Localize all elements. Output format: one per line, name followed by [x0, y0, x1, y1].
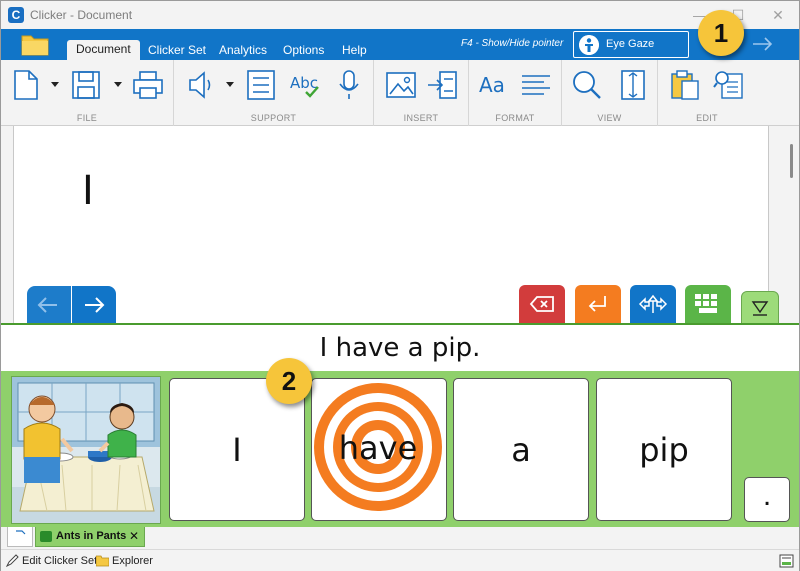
edit-clicker-set-button[interactable]: Edit Clicker Set [6, 554, 97, 568]
edit-clicker-set-label: Edit Clicker Set [22, 555, 98, 567]
svg-text:Abc: Abc [290, 74, 318, 92]
title-bar: C Clicker - Document — ☐ ✕ [1, 1, 799, 29]
keyboard-icon [695, 294, 717, 313]
tab-document[interactable]: Document [67, 40, 140, 60]
ribbon-group-edit: EDIT [658, 60, 756, 126]
zoom-icon[interactable] [570, 68, 604, 102]
pencil-icon [6, 554, 19, 567]
ribbon-group-label: VIEW [597, 113, 622, 123]
ribbon-group-insert: INSERT [374, 60, 469, 126]
align-icon[interactable] [519, 68, 553, 102]
word-cell-a[interactable]: a [453, 378, 589, 521]
enter-button[interactable] [575, 285, 621, 324]
ribbon-group-label: FILE [76, 113, 98, 123]
clicker-set-icon [40, 531, 52, 542]
status-bar: Edit Clicker Set Explorer [1, 549, 799, 571]
find-icon[interactable] [712, 68, 746, 102]
clicker-window: C Clicker - Document — ☐ ✕ Document Clic… [0, 0, 800, 571]
new-document-icon[interactable] [9, 68, 43, 102]
word-list-icon[interactable] [244, 68, 278, 102]
triangle-down-icon [751, 301, 769, 316]
window-title: Clicker - Document [30, 8, 133, 22]
document-area: I [1, 126, 799, 324]
ribbon-group-label: FORMAT [495, 113, 535, 123]
hide-grid-button[interactable] [741, 291, 779, 324]
delete-button[interactable] [519, 285, 565, 324]
exit-arrow-icon[interactable] [749, 31, 779, 57]
folder-icon[interactable] [21, 32, 49, 56]
grid-layout-icon[interactable] [779, 554, 794, 568]
scroll-thumb[interactable] [790, 144, 793, 178]
document-text[interactable]: I [82, 168, 94, 214]
ants-in-pants-picture [11, 376, 161, 524]
keyboard-button[interactable] [685, 285, 731, 324]
speaker-icon[interactable] [184, 68, 218, 102]
explorer-label: Explorer [112, 555, 153, 567]
print-icon[interactable] [131, 68, 165, 102]
ribbon-group-format: Aa FORMAT [469, 60, 562, 126]
eye-gaze-button[interactable]: Eye Gaze ACTIVE [573, 31, 689, 75]
ribbon-tab-bar: Document Clicker Set Analytics Options H… [1, 29, 799, 75]
svg-text:Aa: Aa [479, 73, 505, 97]
tab-options[interactable]: Options [274, 41, 333, 60]
clicker-grid: I have have a pip . [1, 371, 799, 527]
target-word: have [339, 429, 418, 467]
vertical-scrollbar[interactable] [776, 130, 794, 320]
ribbon-group-file: FILE [1, 60, 174, 126]
folder-icon [96, 555, 109, 567]
fit-page-icon[interactable] [616, 68, 650, 102]
person-icon [579, 35, 599, 55]
insert-text-icon[interactable] [426, 68, 460, 102]
tab-analytics[interactable]: Analytics [210, 41, 276, 60]
home-tab[interactable] [7, 527, 33, 547]
punctuation-cell-period[interactable]: . [744, 477, 790, 522]
set-tab-bar: Ants in Pants ✕ [1, 527, 799, 549]
chevron-down-icon[interactable] [114, 82, 122, 88]
paste-icon[interactable] [668, 68, 702, 102]
set-tab-ants-in-pants[interactable]: Ants in Pants ✕ [35, 527, 145, 547]
app-logo-icon: C [8, 7, 24, 23]
children-eating-illustration [12, 377, 160, 523]
insert-image-icon[interactable] [384, 68, 418, 102]
switch-arrows-button[interactable] [630, 285, 676, 324]
sentence-bar: I have a pip. [1, 325, 799, 371]
explorer-button[interactable]: Explorer [96, 554, 153, 568]
microphone-icon[interactable] [332, 68, 366, 102]
arrows-icon [638, 294, 668, 313]
set-tab-label: Ants in Pants [56, 530, 127, 542]
ribbon-group-view: VIEW [562, 60, 658, 126]
page-icon [16, 530, 26, 535]
save-icon[interactable] [69, 68, 103, 102]
chevron-down-icon[interactable] [51, 82, 59, 88]
gaze-target-indicator: have [314, 383, 442, 511]
tab-help[interactable]: Help [333, 41, 376, 60]
back-button[interactable] [27, 286, 71, 324]
ribbon-group-label: SUPPORT [250, 113, 297, 123]
ribbon-group-label: INSERT [403, 113, 439, 123]
word-cell-pip[interactable]: pip [596, 378, 732, 521]
enter-icon [588, 296, 606, 312]
ribbon-group-label: EDIT [696, 113, 718, 123]
arrow-right-icon [85, 297, 105, 313]
close-button[interactable]: ✕ [759, 5, 797, 25]
chevron-down-icon[interactable] [226, 82, 234, 88]
callout-badge-2: 2 [266, 358, 312, 404]
close-tab-icon[interactable]: ✕ [129, 527, 139, 546]
callout-badge-1: 1 [698, 10, 744, 56]
spell-check-icon[interactable]: Abc [288, 68, 322, 102]
tab-clicker-set[interactable]: Clicker Set [139, 41, 215, 60]
forward-button[interactable] [72, 286, 116, 324]
backspace-icon [529, 296, 554, 312]
font-icon[interactable]: Aa [477, 68, 511, 102]
pointer-hint: F4 - Show/Hide pointer [461, 38, 564, 49]
ribbon: FILE Abc SUPPORT INSERT Aa FORMAT VIEW E… [1, 60, 799, 126]
arrow-left-icon [37, 297, 57, 313]
ribbon-group-support: Abc SUPPORT [174, 60, 374, 126]
